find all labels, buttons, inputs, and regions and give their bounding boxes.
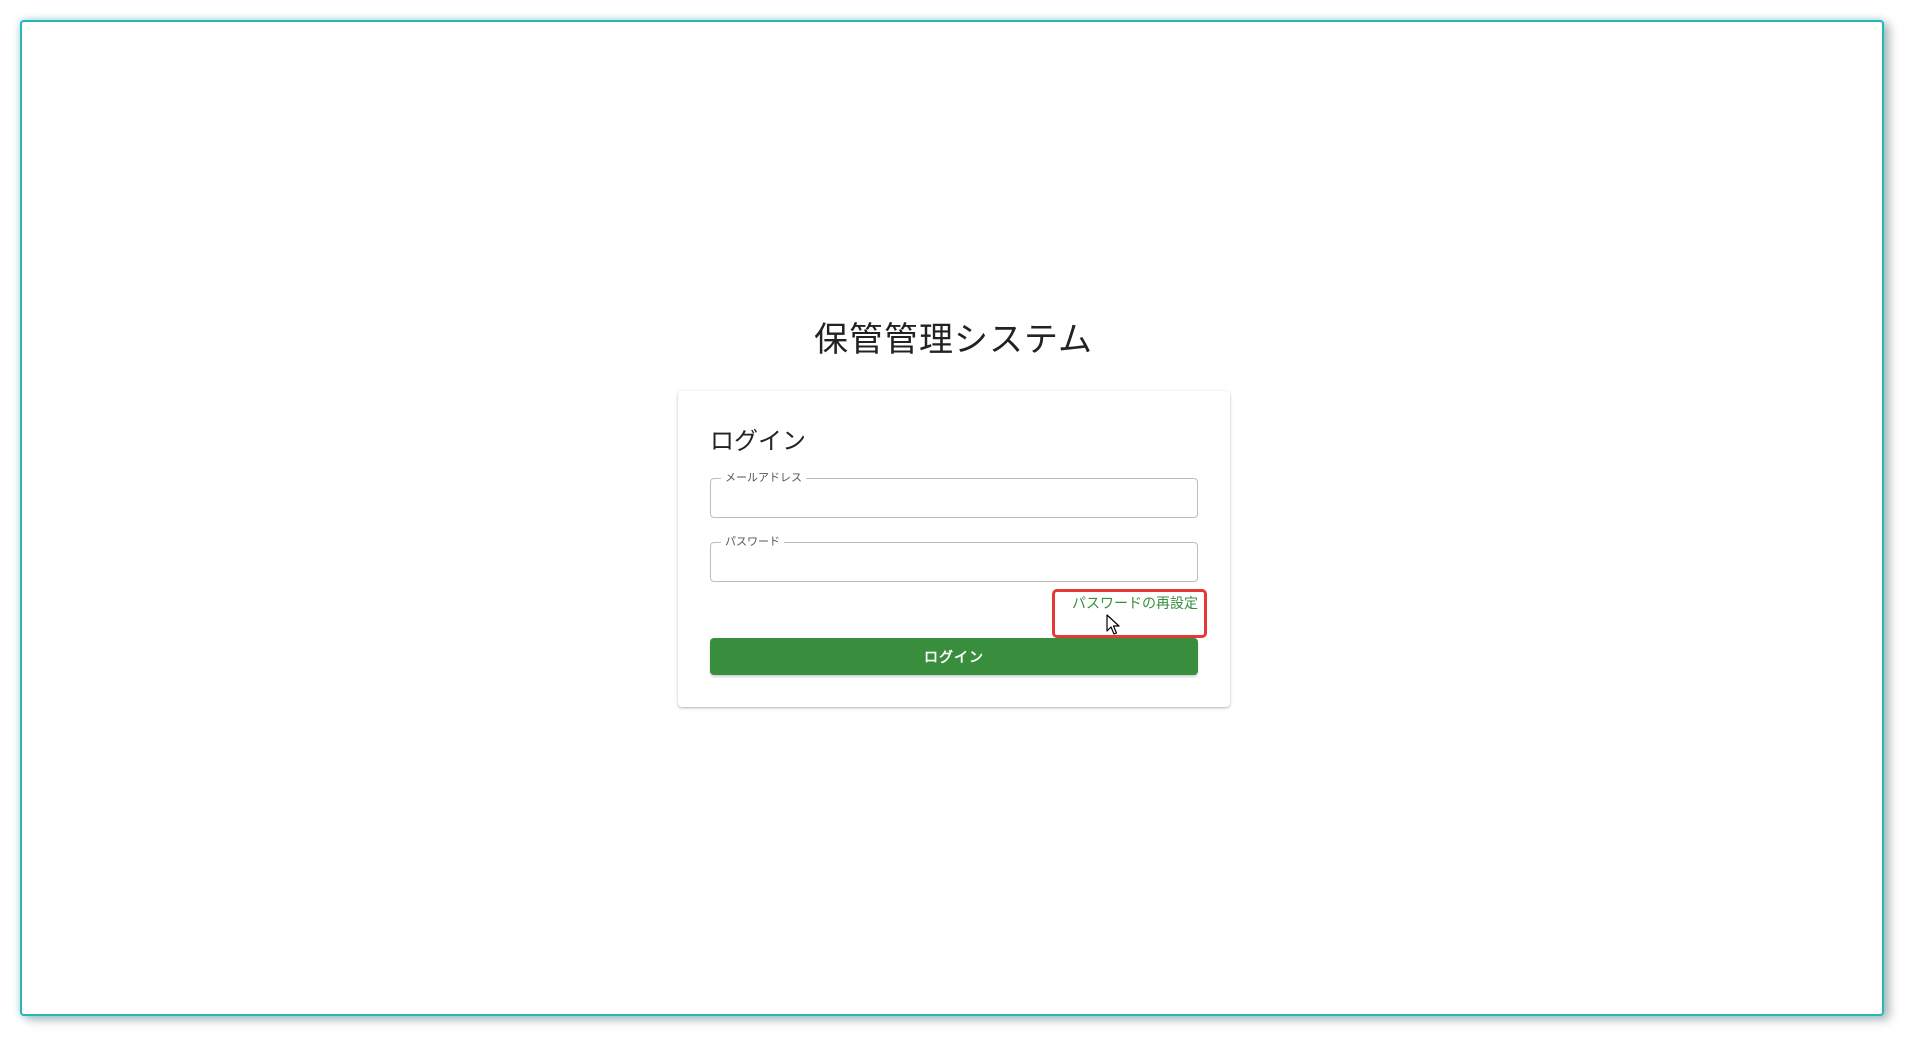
password-input[interactable] (711, 543, 1197, 581)
mouse-pointer-icon (1106, 614, 1120, 635)
login-card: ログイン メールアドレス パスワード パスワードの再設定 ログイン (678, 391, 1230, 707)
email-field-container: メールアドレス (710, 471, 1198, 518)
email-input[interactable] (711, 479, 1197, 517)
app-title: 保管管理システム (814, 320, 1093, 360)
login-button[interactable]: ログイン (710, 638, 1198, 675)
password-field-container: パスワード (710, 535, 1198, 582)
login-heading: ログイン (710, 427, 806, 455)
reset-password-link[interactable]: パスワードの再設定 (1072, 593, 1198, 613)
